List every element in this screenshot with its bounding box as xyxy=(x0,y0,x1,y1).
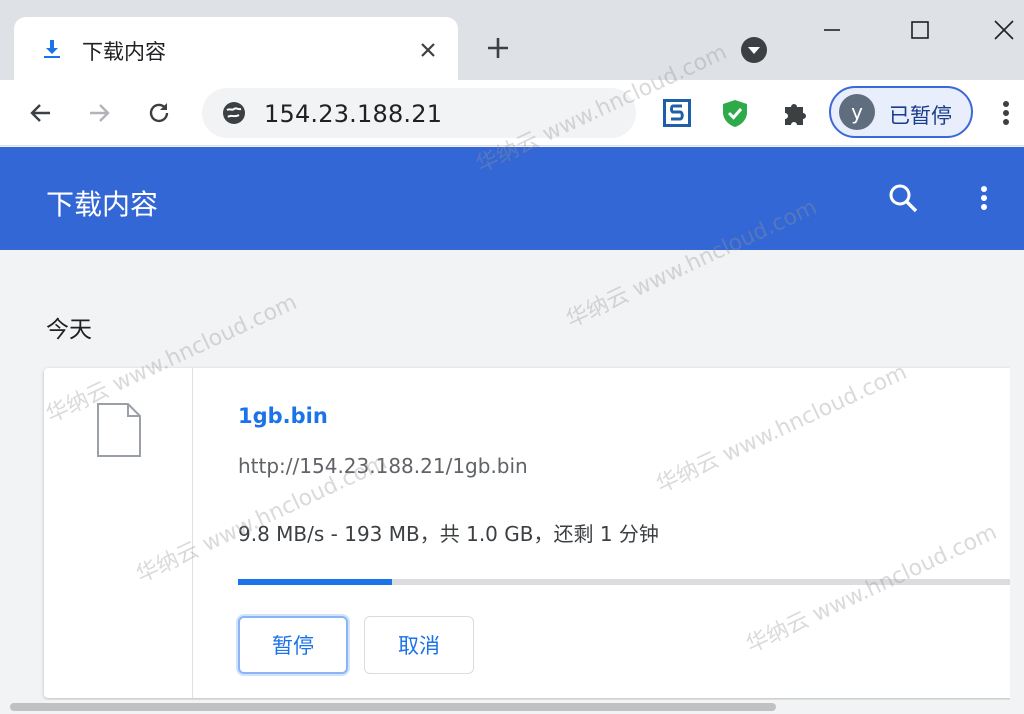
plus-icon[interactable] xyxy=(480,30,516,66)
globe-icon xyxy=(223,102,245,124)
url-text: 154.23.188.21 xyxy=(264,100,443,128)
avatar: y xyxy=(839,94,875,130)
tab-title: 下载内容 xyxy=(82,40,166,64)
cancel-button[interactable]: 取消 xyxy=(364,616,474,674)
more-vert-icon[interactable] xyxy=(996,96,1016,130)
vertical-scrollbar[interactable] xyxy=(1010,250,1024,700)
pause-button[interactable]: 暂停 xyxy=(238,616,348,674)
puzzle-icon[interactable] xyxy=(778,96,812,130)
downloads-list: 今天 1gb.bin http://154.23.188.21/1gb.bin … xyxy=(0,250,1024,714)
close-icon[interactable] xyxy=(412,34,444,66)
downloads-header: 下载内容 xyxy=(0,147,1024,250)
horizontal-scrollbar[interactable] xyxy=(0,700,1024,714)
download-icon xyxy=(44,40,60,58)
window-close-icon[interactable] xyxy=(982,10,1024,50)
back-icon[interactable] xyxy=(24,96,58,130)
progress-bar xyxy=(238,579,1024,585)
file-name-link[interactable]: 1gb.bin xyxy=(238,404,328,428)
tab-strip: 下载内容 xyxy=(0,0,1024,80)
extension-s-icon[interactable] xyxy=(660,96,694,130)
shield-check-icon[interactable] xyxy=(718,96,752,130)
tab-search-icon[interactable] xyxy=(739,35,769,65)
reload-icon[interactable] xyxy=(142,96,176,130)
tab-downloads[interactable] xyxy=(14,17,458,80)
date-heading: 今天 xyxy=(46,317,92,343)
address-bar[interactable]: 154.23.188.21 xyxy=(202,88,636,138)
search-icon[interactable] xyxy=(886,181,920,215)
profile-button[interactable]: y 已暂停 xyxy=(829,86,973,138)
minimize-icon[interactable] xyxy=(810,10,854,50)
file-icon xyxy=(97,403,141,457)
page-title: 下载内容 xyxy=(46,188,159,221)
file-url[interactable]: http://154.23.188.21/1gb.bin xyxy=(238,454,528,478)
download-status: 9.8 MB/s - 193 MB，共 1.0 GB，还剩 1 分钟 xyxy=(238,522,659,546)
scroll-thumb[interactable] xyxy=(10,703,776,711)
browser-toolbar: 154.23.188.21 y 已暂停 xyxy=(0,80,1024,146)
divider xyxy=(192,368,193,698)
forward-icon[interactable] xyxy=(82,96,116,130)
more-vert-icon[interactable] xyxy=(974,181,994,215)
progress-fill xyxy=(238,579,392,585)
download-item: 1gb.bin http://154.23.188.21/1gb.bin 9.8… xyxy=(44,368,1024,698)
profile-status-label: 已暂停 xyxy=(889,104,952,128)
maximize-icon[interactable] xyxy=(898,10,942,50)
